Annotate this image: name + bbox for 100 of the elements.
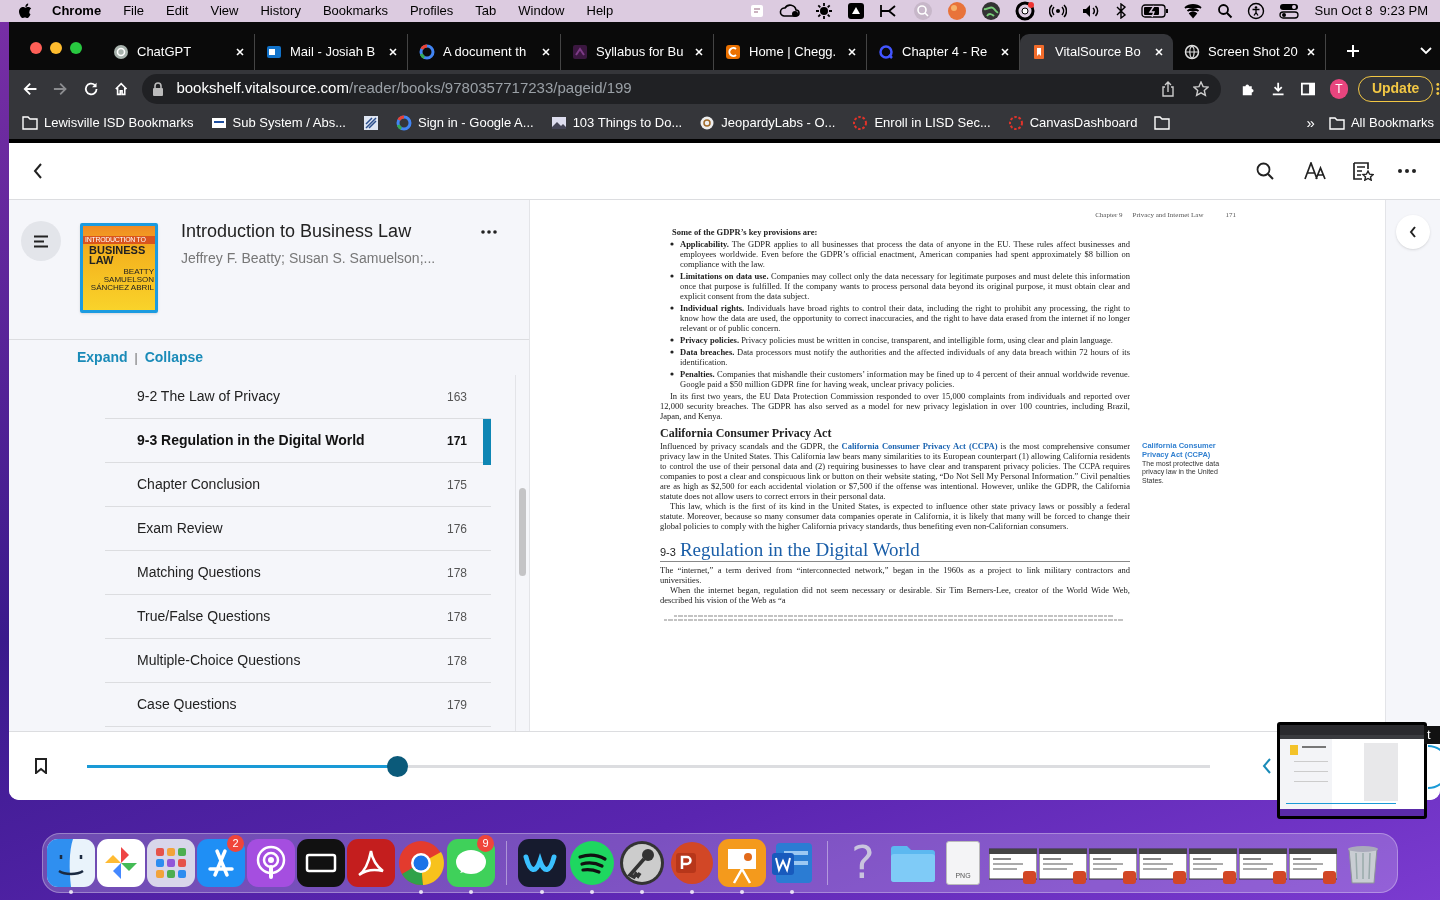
close-icon[interactable] — [541, 47, 551, 57]
more-icon[interactable] — [481, 230, 497, 234]
zoom-button[interactable] — [70, 42, 82, 54]
broadcast-icon[interactable] — [1048, 2, 1067, 20]
bookmark-icon[interactable] — [35, 758, 47, 774]
swirl-icon[interactable] — [347, 839, 395, 887]
toc-item[interactable]: Chapter Conclusion 175 — [105, 463, 491, 507]
apple-icon[interactable] — [18, 3, 32, 19]
collapse-panel-button[interactable] — [1396, 215, 1430, 249]
more-icon[interactable] — [1398, 169, 1416, 173]
profile-avatar[interactable]: T — [1329, 78, 1348, 99]
slider-thumb[interactable] — [386, 755, 408, 777]
bookmark-item[interactable]: 103 Things to Do... — [550, 113, 683, 133]
close-icon[interactable] — [847, 47, 857, 57]
toc-item[interactable]: Matching Questions 178 — [105, 551, 491, 595]
more-icon[interactable] — [1436, 80, 1440, 97]
menu-item[interactable]: Tab — [475, 1, 497, 21]
close-icon[interactable] — [1154, 47, 1164, 57]
drive-icon[interactable] — [846, 2, 865, 20]
folder-icon[interactable] — [1154, 115, 1171, 131]
bookmark-item[interactable]: CanvasDashboard — [1007, 113, 1138, 133]
volume-icon[interactable] — [1080, 3, 1101, 19]
menu-button[interactable] — [21, 221, 61, 261]
accessibility-icon[interactable] — [1246, 2, 1265, 20]
text-size-icon[interactable] — [1304, 162, 1326, 180]
back-icon[interactable] — [23, 80, 38, 97]
easel-icon[interactable] — [718, 839, 766, 887]
menu-item[interactable]: Chrome — [52, 1, 102, 21]
clock[interactable]: Sun Oct 8 9:23 PM — [1314, 1, 1428, 21]
chevron-left-icon[interactable] — [1262, 758, 1272, 774]
share-icon[interactable] — [1160, 80, 1175, 97]
bookmarks-overflow[interactable]: » — [1306, 111, 1315, 135]
key-icon[interactable] — [618, 839, 666, 887]
wave-icon[interactable] — [518, 839, 566, 887]
menu-item[interactable]: Profiles — [409, 1, 454, 21]
menu-item[interactable]: Window — [518, 1, 565, 21]
triangle-lines-icon[interactable] — [197, 839, 245, 887]
toc-item[interactable]: 9-3 Regulation in the Digital World 171 — [105, 419, 491, 463]
close-icon[interactable] — [235, 47, 245, 57]
close-window-button[interactable] — [30, 42, 42, 54]
home-icon[interactable] — [114, 80, 129, 97]
sound-waves-icon[interactable] — [568, 839, 616, 887]
side-panel-icon[interactable] — [1300, 81, 1315, 96]
bookmark-item[interactable]: Enroll in LISD Sec... — [852, 113, 991, 133]
list-star-icon[interactable] — [1352, 161, 1374, 181]
control-center-icon[interactable] — [1278, 3, 1299, 19]
progress-slider[interactable] — [87, 755, 1210, 777]
split-square-icon[interactable] — [47, 839, 95, 887]
stripes-icon[interactable] — [363, 115, 379, 131]
lock-icon[interactable] — [152, 81, 165, 96]
close-icon[interactable] — [694, 47, 704, 57]
new-tab-icon[interactable] — [1346, 44, 1360, 58]
search-icon[interactable] — [1256, 162, 1274, 180]
toc-item[interactable]: Multiple-Choice Questions 178 — [105, 639, 491, 683]
battery-icon[interactable] — [1140, 4, 1169, 18]
toc-item[interactable]: 9-2 The Law of Privacy 163 — [105, 375, 491, 419]
menu-item[interactable]: History — [260, 1, 301, 21]
wifi-icon[interactable] — [1182, 3, 1203, 19]
toc-item[interactable]: Exam Review 176 — [105, 507, 491, 551]
globe-icon[interactable] — [980, 1, 1001, 21]
bookmark-label[interactable]: All Bookmarks — [1350, 113, 1434, 133]
lifebuoy-icon[interactable] — [1014, 1, 1035, 21]
close-icon[interactable] — [1000, 47, 1010, 57]
back-chevron-icon[interactable] — [33, 163, 43, 179]
bookmark-item[interactable]: Lewisville ISD Bookmarks — [22, 113, 194, 133]
menu-item[interactable]: View — [210, 1, 239, 21]
chevron-down-icon[interactable] — [1420, 47, 1432, 55]
minimize-button[interactable] — [50, 42, 62, 54]
toc-item[interactable]: Case Questions 179 — [105, 683, 491, 727]
page-button[interactable] — [1428, 745, 1440, 789]
collapse-link[interactable]: Collapse — [144, 347, 204, 368]
slide-icon[interactable] — [668, 839, 716, 887]
pinwheel-icon[interactable] — [97, 839, 145, 887]
close-icon[interactable] — [1306, 47, 1316, 57]
ring-icon[interactable] — [397, 839, 445, 887]
sun-icon[interactable] — [814, 2, 833, 20]
expand-link[interactable]: Expand — [77, 347, 128, 368]
speech-bubble-icon[interactable] — [447, 839, 495, 887]
star-icon[interactable] — [1192, 80, 1209, 97]
download-icon[interactable] — [1271, 80, 1286, 97]
browser-tab[interactable]: VitalSource Bo — [1020, 34, 1173, 70]
bookmark-item[interactable]: Sub System / Abs... — [210, 113, 346, 133]
menu-item[interactable]: File — [123, 1, 145, 21]
cloud-icon[interactable] — [778, 3, 801, 19]
reload-icon[interactable] — [83, 80, 99, 97]
bluetooth-icon[interactable] — [1114, 3, 1127, 19]
search-icon[interactable] — [1216, 3, 1233, 19]
menu-item[interactable]: Help — [586, 1, 614, 21]
podcast-icon[interactable] — [247, 839, 295, 887]
grid-icon[interactable] — [147, 839, 195, 887]
scrollbar-thumb[interactable] — [519, 488, 526, 576]
menu-item[interactable]: Edit — [166, 1, 189, 21]
bookmark-item[interactable]: JeopardyLabs - O... — [699, 113, 836, 133]
address-bar[interactable]: bookshelf.vitalsource.com/reader/books/9780357717233/pageid/199 — [142, 73, 1221, 104]
close-icon[interactable] — [388, 47, 398, 57]
menu-item[interactable]: Bookmarks — [322, 1, 388, 21]
forward-icon[interactable] — [53, 80, 68, 97]
toc-item[interactable]: True/False Questions 178 — [105, 595, 491, 639]
all-bookmarks-link[interactable]: All Bookmarks — [1328, 113, 1434, 133]
tv-icon[interactable] — [297, 839, 345, 887]
